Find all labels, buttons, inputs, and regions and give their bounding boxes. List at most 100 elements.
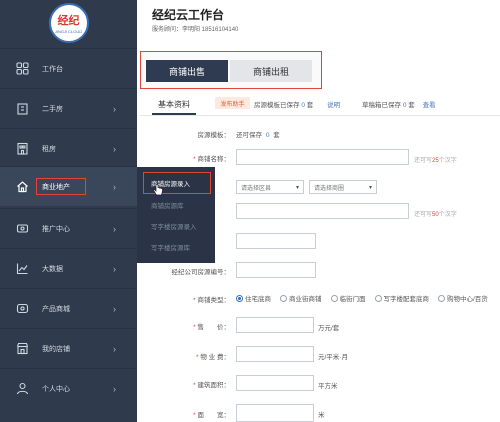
draft-saved-count: 0 (402, 102, 407, 109)
store-icon (14, 341, 30, 357)
agency-code-label: 经纪公司房源编号： (171, 269, 231, 276)
chevron-down-icon: ▾ (368, 185, 372, 191)
logo-subtext: JINGJI CLOUD (54, 29, 83, 34)
submenu-item-office-entry[interactable]: 写字楼房源录入 (151, 221, 197, 231)
template-saved-text: 房源模板已保存 (254, 102, 300, 109)
explain-link[interactable]: 说明 (327, 102, 340, 109)
chevron-right-icon: › (113, 263, 116, 274)
building-area-label: * 建筑面积： (193, 382, 230, 389)
shop-name-hint: 还可写25个汉字 (414, 158, 457, 164)
template-saved-unit: 套 (306, 102, 314, 109)
property-fee-unit: 元/平米·月 (318, 354, 348, 361)
sidebar: 经纪 JINGJI CLOUD 工作台 二手房 › 租房 › 商业地产 › 推广… (0, 0, 137, 422)
radio-type-4[interactable]: 购物中心/百货 (438, 293, 488, 303)
logo[interactable]: 经纪 JINGJI CLOUD (48, 3, 89, 43)
sidebar-item-label: 工作台 (42, 65, 63, 73)
extra-input[interactable] (236, 233, 316, 249)
sidebar-item-second-hand[interactable]: 二手房 › (0, 88, 137, 128)
hand-cursor-icon (153, 183, 163, 199)
chart-icon (14, 261, 30, 277)
publish-assistant-button[interactable]: 发布助手 (215, 97, 250, 109)
frontage-label: * 面 宽： (193, 412, 230, 419)
section-basic-info[interactable]: 基本资料 (158, 99, 190, 110)
sidebar-item-big-data[interactable]: 大数据 › (0, 248, 137, 288)
home-icon (14, 179, 30, 195)
price-label: * 售 价： (193, 324, 230, 331)
sidebar-item-label: 产品商城 (42, 305, 70, 313)
region-select[interactable]: 请选择区县 ▾ (236, 180, 304, 194)
megaphone-icon (14, 221, 30, 237)
shop-name-input[interactable] (236, 149, 409, 165)
template-value-count: 0 (265, 132, 270, 139)
address-hint: 还可写50个汉字 (414, 212, 457, 218)
view-drafts-link[interactable]: 查看 (423, 102, 436, 109)
radio-icon (438, 294, 445, 302)
address-input[interactable] (236, 203, 409, 219)
sidebar-item-label: 个人中心 (42, 385, 70, 393)
property-fee-input[interactable] (236, 346, 314, 362)
template-saved-note: 房源模板已保存 0 套 说明 (254, 99, 340, 109)
sidebar-item-commercial[interactable]: 商业地产 › (0, 166, 137, 206)
building-area-input[interactable] (236, 375, 314, 391)
logo-text: 经纪 (57, 14, 80, 27)
draft-saved-text: 草稿箱已保存 (362, 102, 401, 109)
chevron-right-icon: › (113, 103, 116, 114)
sidebar-item-promotion[interactable]: 推广中心 › (0, 208, 137, 248)
price-unit: 万元/套 (318, 325, 340, 332)
sidebar-item-product-mall[interactable]: 产品商城 › (0, 288, 137, 328)
tab-shop-rent[interactable]: 商铺出租 (230, 60, 312, 82)
frontage-input[interactable] (236, 404, 314, 422)
building-area-unit: 平方米 (318, 383, 338, 390)
sidebar-item-workbench[interactable]: 工作台 (0, 48, 137, 88)
cart-icon (14, 301, 30, 317)
sidebar-item-label: 二手房 (42, 105, 63, 113)
shop-name-label: * 商铺名称： (193, 156, 230, 163)
apartment-icon (14, 141, 30, 157)
shop-type-group: 住宅底商 商业街商铺 临街门面 写字楼配套底商 购物中心/百货 (236, 293, 488, 303)
agency-code-input[interactable] (236, 262, 316, 278)
tab-shop-sale[interactable]: 商铺出售 (146, 60, 228, 82)
logo-area: 经纪 JINGJI CLOUD (0, 0, 137, 46)
sidebar-item-label: 我的店铺 (42, 345, 70, 353)
radio-type-3[interactable]: 写字楼配套底商 (374, 293, 429, 303)
radio-icon (330, 294, 338, 302)
building-icon (14, 101, 30, 117)
chevron-down-icon: ▾ (295, 185, 299, 191)
page-title: 经纪云工作台 (152, 8, 225, 22)
submenu-item-shop-library[interactable]: 商铺房源库 (151, 200, 184, 210)
sidebar-item-personal[interactable]: 个人中心 › (0, 368, 137, 408)
chevron-right-icon: › (113, 383, 116, 394)
sidebar-item-my-store[interactable]: 我的店铺 › (0, 328, 137, 368)
radio-type-2[interactable]: 临街门面 (330, 293, 366, 303)
sidebar-item-label: 租房 (42, 145, 56, 153)
radio-selected-icon (236, 294, 243, 302)
chevron-right-icon: › (113, 181, 116, 192)
sidebar-item-rental[interactable]: 租房 › (0, 128, 137, 168)
sidebar-item-label: 大数据 (42, 265, 63, 273)
service-advisor: 服务顾问：李明阳 18516104140 (152, 27, 239, 33)
shop-type-label: * 商铺类型： (193, 297, 230, 304)
user-icon (14, 381, 30, 397)
template-value: 还可保存 0 套 (236, 132, 280, 139)
chevron-right-icon: › (113, 343, 116, 354)
district-select[interactable]: 请选择商圈 ▾ (309, 180, 377, 194)
radio-type-1[interactable]: 商业街商铺 (280, 293, 322, 303)
submenu-item-office-library[interactable]: 写字楼房源库 (151, 242, 190, 252)
chevron-right-icon: › (113, 303, 116, 314)
frontage-unit: 米 (318, 412, 325, 419)
grid-icon (14, 61, 30, 77)
radio-icon (374, 294, 382, 302)
sidebar-item-label: 商业地产 (42, 183, 70, 191)
chevron-right-icon: › (113, 223, 116, 234)
property-fee-label: * 物 业 费： (196, 354, 230, 361)
draft-saved-unit: 套 (408, 102, 415, 109)
radio-type-0[interactable]: 住宅底商 (236, 293, 271, 303)
section-divider (140, 115, 500, 116)
radio-icon (280, 294, 287, 302)
price-input[interactable] (236, 317, 314, 333)
template-label: 房源模板： (197, 132, 231, 139)
template-saved-count: 0 (301, 102, 305, 109)
sidebar-item-label: 推广中心 (42, 225, 70, 233)
chevron-right-icon: › (113, 143, 116, 154)
draft-saved-note: 草稿箱已保存 0 套 查看 (362, 99, 436, 109)
